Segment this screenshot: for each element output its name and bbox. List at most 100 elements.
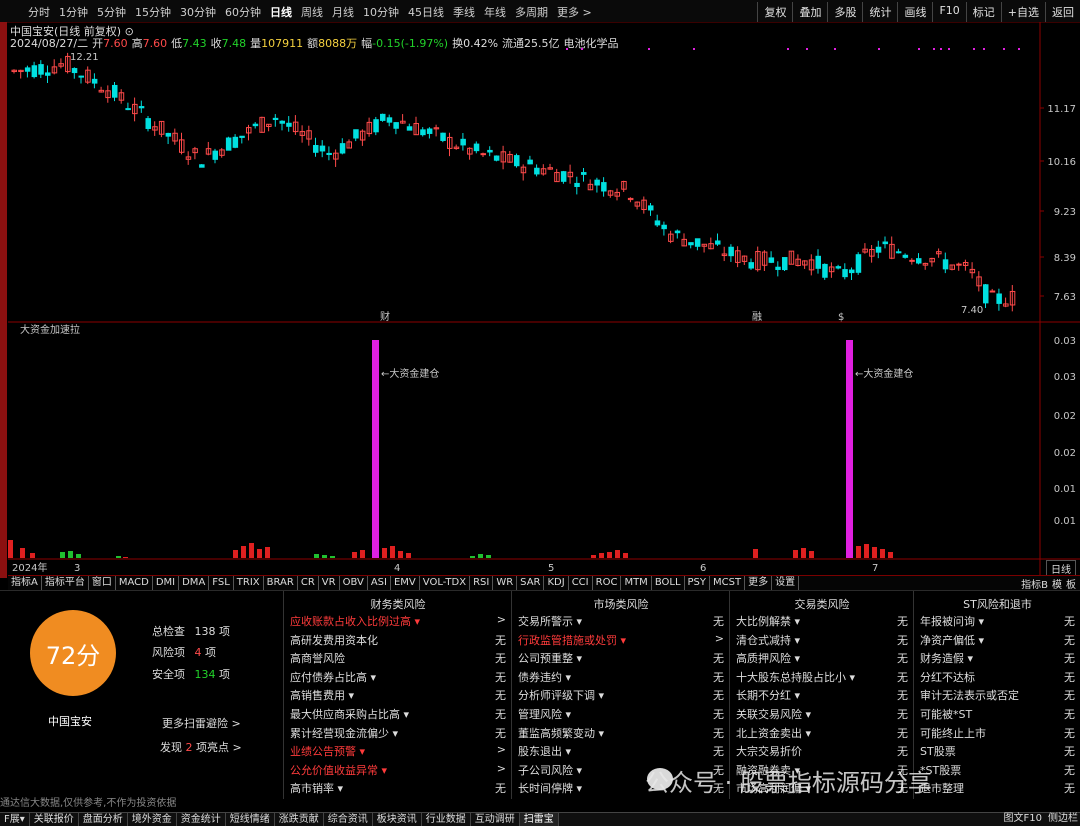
period-tab[interactable]: 1分钟 [59,4,88,20]
risk-item[interactable]: 净资产偏低 ▾ 无 [920,632,1075,650]
bottom-right-button[interactable]: 侧边栏 [1048,812,1078,825]
period-tab[interactable]: 周线 [301,4,323,20]
event-marker[interactable]: $ [838,312,844,323]
indicator-tab[interactable]: CR [298,576,319,590]
indicator-tab[interactable]: KDJ [544,576,569,590]
risk-item[interactable]: *ST股票无 [920,762,1075,780]
tool-button[interactable]: 画线 [897,2,932,22]
indicator-name[interactable]: 大资金加速拉 [20,323,80,336]
period-tab[interactable]: 15分钟 [135,4,171,20]
tool-button[interactable]: 标记 [965,2,1001,22]
indicator-tab[interactable]: BRAR [264,576,298,590]
risk-item[interactable]: 累计经营现金流偏少 ▾ 无 [290,725,506,743]
period-tab[interactable]: 10分钟 [363,4,399,20]
indicator-tab[interactable]: 设置 [772,576,800,590]
risk-item[interactable]: 交易所警示 ▾ 无 [518,613,724,631]
risk-item[interactable]: 可能被*ST 无 [920,706,1075,724]
period-tab[interactable]: 分时 [28,4,50,20]
indicator-tab[interactable]: RSI [470,576,494,590]
bottom-tab[interactable]: 关联报价 [30,813,79,826]
indicator-tab[interactable]: DMA [179,576,210,590]
risk-item[interactable]: 公司预重整 ▾ 无 [518,650,724,668]
indicator-tab[interactable]: FSL [209,576,234,590]
indicator-tab[interactable]: BOLL [652,576,685,590]
risk-item[interactable]: 应付债券占比高 ▾ 无 [290,669,506,687]
indicator-tab[interactable]: VR [319,576,340,590]
indicator-tab[interactable]: 指标平台 [42,576,89,590]
bottom-tab[interactable]: 板块资讯 [373,813,422,826]
bottom-tab[interactable]: 境外资金 [128,813,177,826]
period-tab[interactable]: 5分钟 [97,4,126,20]
risk-item[interactable]: 清仓式减持 ▾ 无 [736,632,908,650]
risk-item[interactable]: 应收账款占收入比例过高 ▾ > [290,613,506,631]
highlights-link[interactable]: 发现 2 项亮点 > [160,739,242,755]
indicator-tab[interactable]: ROC [593,576,622,590]
period-tab[interactable]: 年线 [484,4,506,20]
bottom-tab[interactable]: 综合资讯 [324,813,373,826]
tool-button[interactable]: F10 [932,2,965,22]
risk-item[interactable]: 分析师评级下调 ▾ 无 [518,687,724,705]
risk-item[interactable]: 大比例解禁 ▾ 无 [736,613,908,631]
tool-button[interactable]: 多股 [827,2,862,22]
indicator-tab[interactable]: MACD [116,576,153,590]
tool-button[interactable]: 返回 [1045,2,1080,22]
risk-item[interactable]: 高质押风险 ▾ 无 [736,650,908,668]
indicator-tab[interactable]: MCST [710,576,746,590]
indicator-tab[interactable]: SAR [517,576,545,590]
risk-item[interactable]: 行政监管措施或处罚 ▾ > [518,632,724,650]
indicator-right-button[interactable]: 模 [1052,576,1062,591]
period-tab[interactable]: 多周期 [515,4,548,20]
bottom-tab[interactable]: 盘面分析 [79,813,128,826]
risk-item[interactable]: 管理风险 ▾ 无 [518,706,724,724]
risk-item[interactable]: 高商誉风险 无 [290,650,506,668]
risk-item[interactable]: 高研发费用资本化 无 [290,632,506,650]
risk-item[interactable]: 十大股东总持股占比小 ▾ 无 [736,669,908,687]
risk-item[interactable]: 高销售费用 ▾ 无 [290,687,506,705]
bottom-tab[interactable]: 互动调研 [471,813,520,826]
risk-item[interactable]: 长期不分红 ▾ 无 [736,687,908,705]
risk-item[interactable]: 业绩公告预警 ▾ > [290,743,506,761]
bottom-tab[interactable]: 短线情绪 [226,813,275,826]
indicator-tab[interactable]: ASI [368,576,391,590]
risk-item[interactable]: 公允价值收益异常 ▾ > [290,762,506,780]
indicator-tab[interactable]: EMV [391,576,420,590]
tool-button[interactable]: 统计 [862,2,897,22]
indicator-tab[interactable]: 更多 [745,576,773,590]
more-scan-link[interactable]: 更多扫雷避险 > [162,715,241,731]
bottom-tab[interactable]: 资金统计 [177,813,226,826]
period-tab[interactable]: 日线 [270,4,292,20]
risk-item[interactable]: 高市销率 ▾ 无 [290,780,506,798]
indicator-tab[interactable]: TRIX [234,576,264,590]
indicator-tab[interactable]: CCI [569,576,593,590]
bottom-tab[interactable]: 行业数据 [422,813,471,826]
risk-item[interactable]: 董监高频繁变动 ▾ 无 [518,725,724,743]
indicator-tab[interactable]: DMI [153,576,180,590]
risk-item[interactable]: 股东退出 ▾ 无 [518,743,724,761]
risk-item[interactable]: ST股票 无 [920,743,1075,761]
indicator-tab[interactable]: OBV [340,576,368,590]
tool-button[interactable]: +自选 [1000,2,1045,22]
risk-item[interactable]: 北上资金卖出 ▾ 无 [736,725,908,743]
bottom-tab[interactable]: 涨跌贡献 [275,813,324,826]
period-tab[interactable]: 季线 [453,4,475,20]
left-side-strip[interactable] [0,22,7,578]
period-tab[interactable]: 45日线 [408,4,444,20]
indicator-tab[interactable]: 指标A [8,576,42,590]
period-tab[interactable]: 30分钟 [180,4,216,20]
event-marker[interactable]: 财 [380,310,390,323]
risk-item[interactable]: 退市整理无 [920,780,1075,798]
indicator-right-button[interactable]: 板 [1066,576,1076,591]
period-tab[interactable]: 60分钟 [225,4,261,20]
indicator-tab[interactable]: MTM [621,576,652,590]
bottom-tab[interactable]: 扫雷宝 [519,813,559,826]
risk-item[interactable]: 可能终止上市 无 [920,725,1075,743]
tool-button[interactable]: 复权 [757,2,792,22]
indicator-tab[interactable]: 窗口 [89,576,116,590]
risk-item[interactable]: 审计无法表示或否定 无 [920,687,1075,705]
indicator-tab[interactable]: PSY [685,576,711,590]
event-marker[interactable]: 融 [752,311,762,323]
period-tab[interactable]: 更多 > [557,4,592,20]
bottom-right-button[interactable]: 图文F10 [1004,812,1042,825]
risk-item[interactable]: 大宗交易折价 无 [736,743,908,761]
kline-chart[interactable]: 12.21 7.40 财 融 $ 11.17 10.16 9.23 8.39 7.63 大资金加… [8,22,1080,575]
